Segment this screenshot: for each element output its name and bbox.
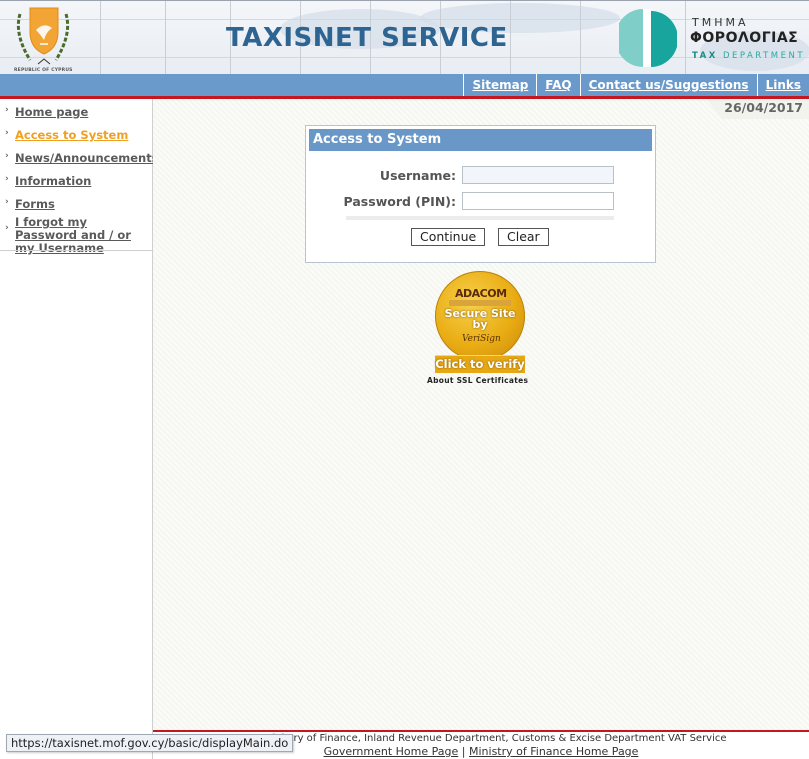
chevron-right-icon: › <box>5 174 9 184</box>
current-date: 26/04/2017 <box>706 99 809 119</box>
links-link[interactable]: Links <box>756 74 809 96</box>
sidebar-item-forms[interactable]: › Forms <box>0 197 152 211</box>
dept-name-line1: ΤΜΗΜΑ <box>692 16 749 29</box>
banner-gridline <box>685 1 686 75</box>
chevron-right-icon: › <box>5 223 9 233</box>
password-label: Password (PIN): <box>343 194 456 209</box>
government-home-link[interactable]: Government Home Page <box>324 745 459 758</box>
banner-gridline <box>0 19 809 20</box>
username-row: Username: <box>306 166 655 186</box>
tax-department-logo-icon <box>619 9 677 67</box>
sidebar-item-news[interactable]: › News/Announcements <box>0 151 159 165</box>
ssl-brand-strip <box>449 300 511 306</box>
ministry-finance-home-link[interactable]: Ministry of Finance Home Page <box>469 745 638 758</box>
faq-link[interactable]: FAQ <box>536 74 579 96</box>
username-input[interactable] <box>462 166 614 184</box>
sidebar-link-forgot-password[interactable]: I forgot my Password and / or my Usernam… <box>15 215 131 255</box>
sitemap-link[interactable]: Sitemap <box>463 74 536 96</box>
sidebar-link-forms[interactable]: Forms <box>15 197 55 211</box>
crest-caption: REPUBLIC OF CYPRUS <box>14 68 73 73</box>
username-label: Username: <box>379 168 456 183</box>
sidebar-divider <box>0 250 152 251</box>
sidebar-link-home[interactable]: Home page <box>15 105 88 119</box>
chevron-right-icon: › <box>5 105 9 115</box>
sidebar-link-access-to-system[interactable]: Access to System <box>15 128 128 142</box>
site-title: TAXISNET SERVICE <box>226 23 508 53</box>
sidebar: › Home page › Access to System › News/An… <box>0 99 159 759</box>
ssl-click-to-verify[interactable]: Click to verify <box>435 355 525 373</box>
footer-divider <box>153 730 809 732</box>
ssl-secure-line2: by <box>472 318 488 331</box>
top-links: Sitemap FAQ Contact us/Suggestions Links <box>463 74 809 96</box>
login-panel: Access to System Username: Password (PIN… <box>305 125 656 263</box>
chevron-right-icon: › <box>5 197 9 207</box>
ssl-seal-badge[interactable]: ADACOM Secure Site by VeriSign Click to … <box>435 271 525 376</box>
banner-gridline <box>510 1 511 75</box>
chevron-right-icon: › <box>5 128 9 138</box>
dept-name-department: DEPARTMENT <box>717 51 806 61</box>
status-bar-url: https://taxisnet.mof.gov.cy/basic/displa… <box>6 734 294 752</box>
continue-button[interactable]: Continue <box>411 228 486 246</box>
dept-name-line3: TAX DEPARTMENT <box>692 51 805 61</box>
login-panel-title: Access to System <box>309 129 652 151</box>
contact-link[interactable]: Contact us/Suggestions <box>579 74 757 96</box>
dept-name-tax: TAX <box>692 51 718 61</box>
sidebar-link-information[interactable]: Information <box>15 174 91 188</box>
footer-separator: | <box>461 745 466 758</box>
ssl-brand: ADACOM <box>455 287 507 300</box>
sidebar-item-information[interactable]: › Information <box>0 174 152 188</box>
banner-gridline <box>100 1 101 75</box>
sidebar-menu: › Home page › Access to System › News/An… <box>0 105 159 255</box>
verisign-logo: VeriSign <box>462 334 501 344</box>
banner-gridline <box>580 1 581 75</box>
password-row: Password (PIN): <box>306 192 655 212</box>
header-banner: REPUBLIC OF CYPRUS TAXISNET SERVICE ΤΜΗΜ… <box>0 0 809 75</box>
dept-name-line2: ΦΟΡΟΛΟΓΙΑΣ <box>690 30 799 46</box>
sidebar-item-home[interactable]: › Home page <box>0 105 152 119</box>
password-input[interactable] <box>462 192 614 210</box>
sidebar-link-news[interactable]: News/Announcements <box>15 151 159 165</box>
clear-button[interactable]: Clear <box>498 228 549 246</box>
form-divider <box>346 216 614 220</box>
banner-gridline <box>165 1 166 75</box>
sidebar-item-access-to-system[interactable]: › Access to System <box>0 128 152 142</box>
cyprus-crest-icon <box>16 7 70 65</box>
banner-gridline <box>0 57 809 58</box>
about-ssl-link[interactable]: About SSL Certificates <box>427 376 528 385</box>
ssl-secure-text: Secure Site by <box>435 308 525 330</box>
chevron-right-icon: › <box>5 151 9 161</box>
main-content: 26/04/2017 Access to System Username: Pa… <box>153 99 809 730</box>
